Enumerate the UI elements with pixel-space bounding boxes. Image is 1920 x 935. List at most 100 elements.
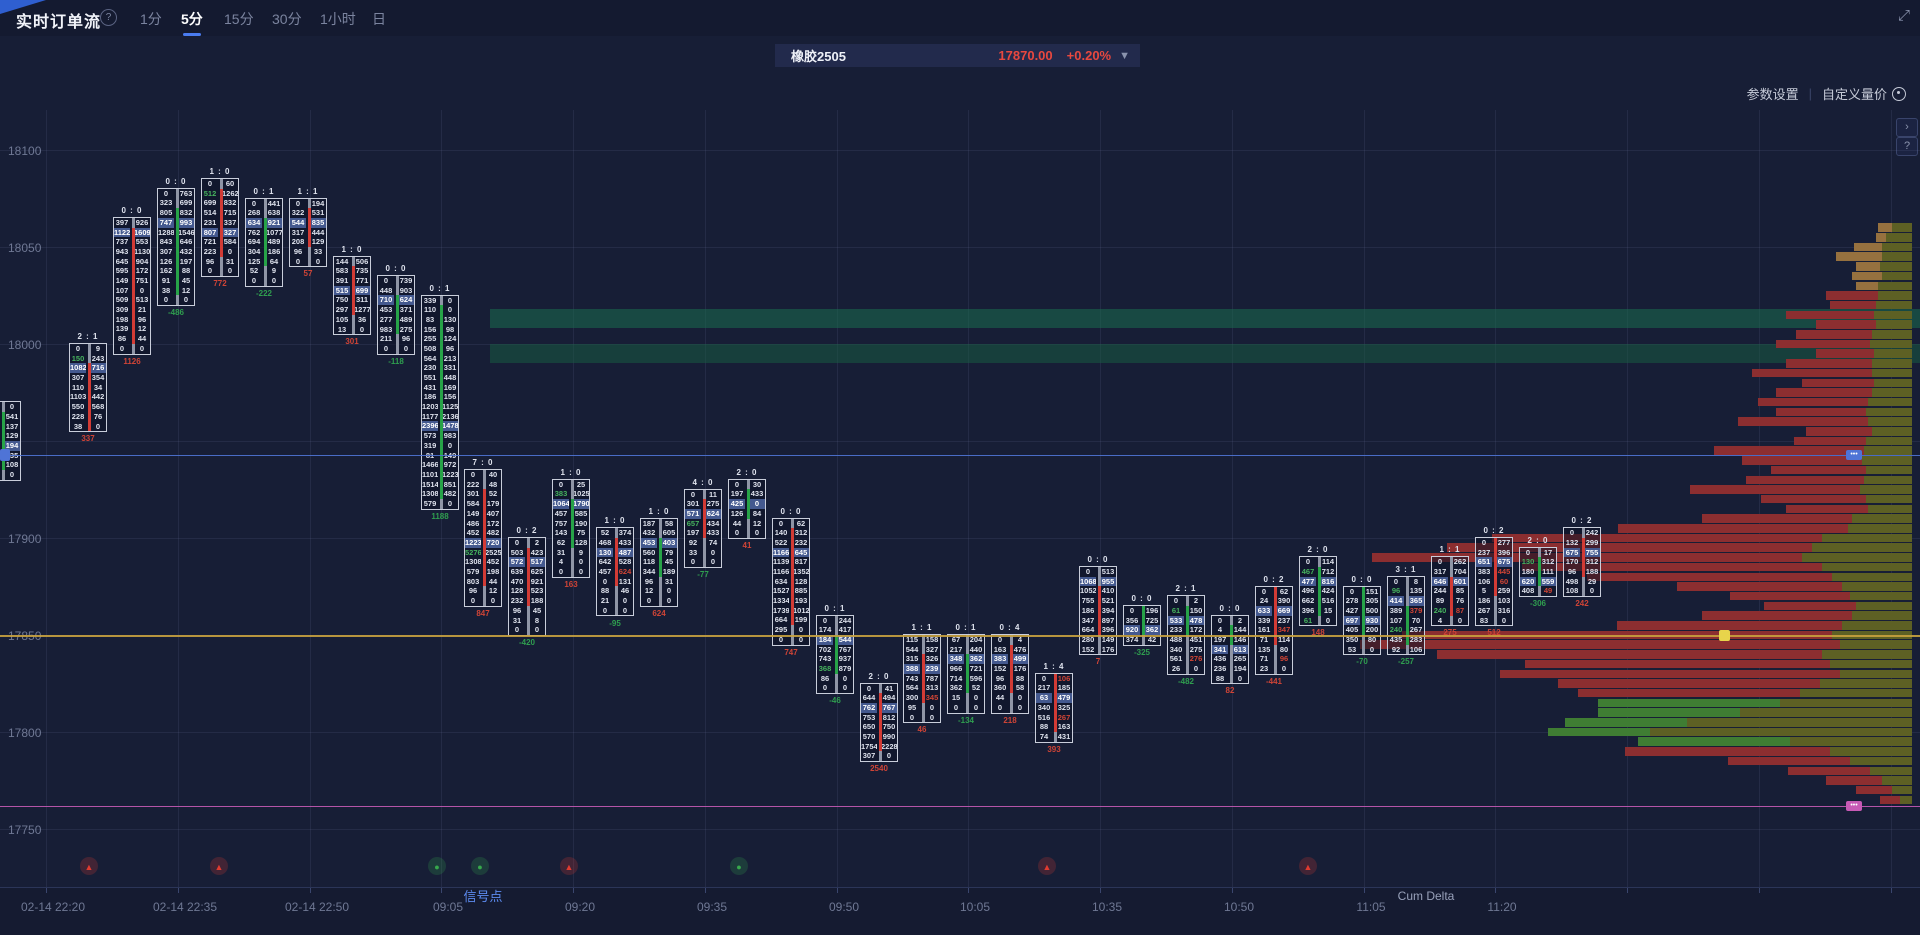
- bid-volume-cell: 143: [553, 528, 569, 538]
- footprint-candle[interactable]: 0 : 202503423572517639625470921128523232…: [508, 526, 546, 636]
- bid-volume-cell: 128: [509, 586, 525, 596]
- signal-points-label[interactable]: 信号点: [463, 886, 502, 905]
- ask-volume-cell: 0: [266, 276, 282, 286]
- footprint-candle[interactable]: 0 : 039792611221609737553943113064590459…: [113, 206, 151, 355]
- cum-delta-label[interactable]: Cum Delta: [1398, 889, 1455, 903]
- instrument-bar[interactable]: 橡胶2505 17870.00 +0.20% ▼: [775, 44, 1140, 67]
- orange-line-square-handle[interactable]: [1719, 630, 1730, 641]
- collapse-icon[interactable]: ⤢: [1898, 7, 1910, 24]
- signal-badge-red[interactable]: ▲: [210, 857, 228, 875]
- footprint-candle[interactable]: 0 : 007633236998058327479931288154684364…: [157, 177, 195, 306]
- bid-volume-cell: 457: [553, 509, 569, 519]
- footprint-candle[interactable]: 2 : 003019743342501268444120041: [728, 468, 766, 539]
- footprint-candle[interactable]: 0 : 007394489037106244533712774899832752…: [377, 264, 415, 355]
- footprint-candle[interactable]: 0 : 002414419714634161343626523619488082: [1211, 604, 1249, 685]
- footprint-candle[interactable]: 8803105419513758129135194961354410800: [0, 390, 21, 481]
- candle-box: 02623177046466012448589762408740: [1431, 556, 1469, 626]
- footprint-candle[interactable]: 0 : 104412686386349217621077694489304186…: [245, 187, 283, 287]
- signal-badge-red[interactable]: ▲: [1299, 857, 1317, 875]
- footprint-candle[interactable]: 1 : 101943225315448353174442081299633005…: [289, 187, 327, 268]
- footprint-candle[interactable]: 1 : 006051212626998325147152313378073277…: [201, 167, 239, 277]
- ask-volume-cell: 347: [1276, 625, 1292, 635]
- signal-badge-green[interactable]: ●: [428, 857, 446, 875]
- volume-profile-row: [1880, 796, 1912, 805]
- ask-volume-cell: 993: [178, 218, 194, 228]
- panel-expand-button[interactable]: ›: [1896, 118, 1918, 137]
- footprint-candle[interactable]: 1 : 111515854432731532638823974378756431…: [903, 623, 941, 723]
- footprint-candle[interactable]: 4 : 001130127557162465743419743392743300…: [684, 478, 722, 569]
- profile-sell-segment: [1776, 408, 1866, 417]
- volume-profile-row: [1786, 311, 1912, 320]
- bid-volume-cell: 267: [1476, 606, 1492, 616]
- bid-volume-cell: 96: [509, 606, 525, 616]
- line-left-tag[interactable]: [0, 449, 10, 461]
- footprint-candle[interactable]: 0 : 202772373966516753834451066052591861…: [1475, 526, 1513, 626]
- ask-volume-cell: 34: [90, 383, 106, 393]
- bid-volume-cell: 228: [70, 412, 86, 422]
- bid-volume-cell: 0: [904, 713, 920, 723]
- ask-volume-cell: 2: [529, 538, 545, 548]
- footprint-candle[interactable]: 2 : 001713031218011162055940849-306: [1519, 536, 1557, 597]
- signal-badge-red[interactable]: ▲: [1038, 857, 1056, 875]
- gear-icon[interactable]: [1892, 87, 1906, 101]
- profile-buy-segment: [1870, 767, 1912, 776]
- settings-button[interactable]: 参数设置: [1747, 84, 1799, 103]
- footprint-candle[interactable]: 0 : 167204217440348362966721714596362521…: [947, 623, 985, 714]
- footprint-candle[interactable]: 0 : 005131068955105241075552118639434789…: [1079, 555, 1117, 655]
- footprint-candle[interactable]: 0 : 001512783054275006979304052003508053…: [1343, 575, 1381, 656]
- candle-delta-value: 242: [1563, 599, 1601, 608]
- footprint-candle[interactable]: 2 : 001144677124778164964246625163961561…: [1299, 545, 1337, 626]
- ask-volume-cell: 646: [178, 237, 194, 247]
- bid-volume-cell: 149: [114, 276, 130, 286]
- volume-profile-row: [1856, 786, 1912, 795]
- footprint-candle[interactable]: 7 : 004022248301525841791494074861724524…: [464, 458, 502, 607]
- tab-日[interactable]: 日: [372, 9, 386, 29]
- bid-volume-cell: 144: [334, 257, 350, 267]
- bid-volume-cell: 295: [773, 625, 789, 635]
- ask-volume-cell: 8: [1408, 577, 1424, 587]
- tab-1分[interactable]: 1分: [140, 9, 162, 29]
- footprint-candle[interactable]: 0 : 0019635672592036237442-325: [1123, 594, 1161, 646]
- footprint-candle[interactable]: 0 : 206224390633669339237161347711141358…: [1255, 575, 1293, 675]
- footprint-candle[interactable]: 1 : 102623177046466012448589762408740275: [1431, 545, 1469, 626]
- footprint-candle[interactable]: 3 : 108961354143653893791077024026743528…: [1387, 565, 1425, 656]
- ask-volume-cell: 48: [485, 480, 501, 490]
- volume-profile-row: [1587, 573, 1912, 582]
- line-drag-handle[interactable]: •••: [1846, 450, 1862, 460]
- footprint-candle[interactable]: 1 : 401062171856347934032551626788163744…: [1035, 662, 1073, 743]
- signal-badge-green[interactable]: ●: [471, 857, 489, 875]
- signal-badge-red[interactable]: ▲: [560, 857, 578, 875]
- tab-15分[interactable]: 15分: [224, 9, 254, 29]
- tab-1小时[interactable]: 1小时: [320, 9, 356, 29]
- footprint-candle[interactable]: 0 : 404163476383499152176968836058440002…: [991, 623, 1029, 714]
- footprint-candle[interactable]: 0 : 133901100831301569825512450896564213…: [421, 284, 459, 510]
- signal-badge-red[interactable]: ▲: [80, 857, 98, 875]
- bid-volume-cell: 152: [1080, 645, 1096, 655]
- footprint-candle[interactable]: 2 : 004164449476276775381265075057099017…: [860, 672, 898, 763]
- axis-tick: [705, 888, 706, 893]
- candle-delta-value: -441: [1255, 677, 1293, 686]
- footprint-candle[interactable]: 1 : 002538310251064179045758575719014375…: [552, 468, 590, 578]
- tab-30分[interactable]: 30分: [272, 9, 302, 29]
- footprint-candle[interactable]: 1 : 052374468433130487642528457624013188…: [596, 516, 634, 616]
- footprint-candle[interactable]: 1 : 018758432605453403560791184534418996…: [640, 507, 678, 607]
- footprint-candle[interactable]: 0 : 006214031252223211666451139817116613…: [772, 507, 810, 646]
- footprint-candle[interactable]: 2 : 102611505334782331724884513402755612…: [1167, 584, 1205, 675]
- profile-buy-segment: [1872, 427, 1912, 436]
- footprint-candle[interactable]: 2 : 109150243108271630735411034110344255…: [69, 332, 107, 432]
- signal-badge-green[interactable]: ●: [730, 857, 748, 875]
- axis-tick: [178, 888, 179, 893]
- line-drag-handle[interactable]: •••: [1846, 801, 1862, 811]
- ask-volume-cell: 771: [354, 276, 370, 286]
- footprint-candle[interactable]: 0 : 102441744171845447027677439373688798…: [816, 604, 854, 695]
- footprint-candle[interactable]: 0 : 202421322996757551703129618849829108…: [1563, 516, 1601, 597]
- footprint-candle[interactable]: 1 : 014450658373539177151569975031129712…: [333, 245, 371, 336]
- chevron-down-icon[interactable]: ▼: [1119, 50, 1130, 62]
- profile-sell-segment: [1852, 272, 1882, 281]
- tab-5分[interactable]: 5分: [181, 9, 203, 29]
- ask-volume-cell: 12: [749, 519, 765, 529]
- panel-help-button[interactable]: ?: [1896, 137, 1918, 156]
- candle-body-bar: [1450, 577, 1453, 616]
- help-icon[interactable]: ?: [100, 9, 117, 26]
- custom-volume-button[interactable]: 自定义量价: [1822, 84, 1887, 103]
